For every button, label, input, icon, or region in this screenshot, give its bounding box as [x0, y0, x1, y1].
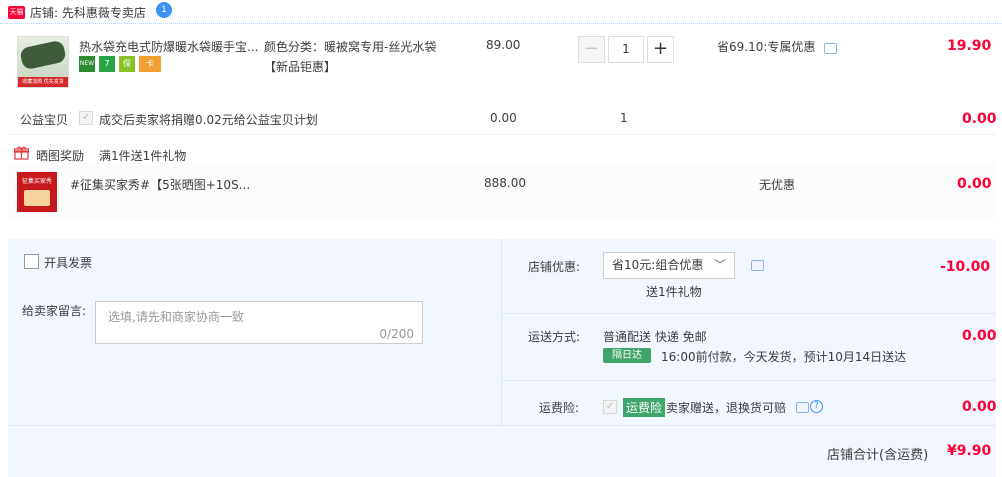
gift-rule: 满1件送1件礼物	[99, 149, 187, 163]
seven-day-return-icon: 7	[99, 56, 115, 72]
gift-thumbnail-text: 征集买家秀	[21, 178, 52, 185]
gift-subtotal: 0.00	[957, 176, 992, 192]
shop-total-amount: ¥9.90	[947, 443, 992, 459]
shop-discount-label: 店铺优惠:	[528, 260, 581, 274]
insurance-badge: 运费险	[623, 398, 666, 417]
insurance-amount: 0.00	[962, 399, 997, 415]
shop-header-row	[0, 0, 1002, 24]
charity-qty: 1	[620, 111, 628, 125]
message-label: 给卖家留言:	[22, 304, 87, 318]
wangwang-chat-icon[interactable]: 1	[156, 2, 172, 18]
panel-divider	[8, 425, 996, 426]
shop-discount-selected: 省10元:组合优惠	[612, 258, 704, 272]
product-thumbnail[interactable]: 收藏加购 优先发货	[17, 36, 69, 88]
coupon-shape	[24, 190, 50, 206]
gift-label: 晒图奖励	[36, 149, 85, 163]
gift-note: 送1件礼物	[646, 285, 702, 299]
gift-icon	[13, 146, 30, 160]
invoice-checkbox[interactable]	[24, 254, 39, 269]
delivery-label: 运送方式:	[528, 330, 581, 344]
panel-divider	[501, 239, 502, 425]
shop-name[interactable]: 店铺: 先科惠薇专卖店	[30, 4, 146, 21]
insurance-text: 卖家赠送，退换货可赔	[666, 401, 787, 415]
panel-divider	[502, 380, 996, 381]
guarantee-icon: 保	[119, 56, 135, 72]
tmall-badge-icon: 天猫	[8, 6, 25, 19]
discount-comment-icon[interactable]	[751, 260, 764, 271]
message-placeholder: 选填,请先和商家协商一致	[108, 310, 244, 324]
help-icon[interactable]: ?	[810, 400, 823, 413]
promo-text: 省69.10:专属优惠	[717, 40, 816, 54]
charity-text: 成交后卖家将捐赠0.02元给公益宝贝计划	[99, 113, 318, 127]
panel-divider	[502, 313, 996, 314]
hot-water-bag-shape	[19, 39, 67, 71]
insurance-comment-icon[interactable]	[796, 402, 809, 413]
charity-price: 0.00	[490, 111, 517, 125]
quantity-plus-button[interactable]: +	[647, 36, 674, 63]
unit-price: 89.00	[486, 38, 521, 52]
product-title[interactable]: 热水袋充电式防爆暖水袋暖手宝...	[79, 38, 258, 55]
invoice-label[interactable]: 开具发票	[44, 254, 92, 271]
charity-label: 公益宝贝	[20, 113, 69, 127]
chevron-down-icon: ﹀	[713, 258, 726, 272]
charity-checkbox[interactable]: ✓	[79, 111, 93, 125]
spec-color: 颜色分类：暖被窝专用-丝光水袋	[264, 40, 437, 54]
quantity-input[interactable]: 1	[608, 36, 644, 63]
next-day-badge-text: 隔日达	[612, 350, 642, 361]
insurance-checkbox[interactable]: ✓	[603, 400, 617, 414]
item-subtotal: 19.90	[947, 38, 992, 54]
gift-title[interactable]: #征集买家秀#【5张晒图+10S...	[70, 176, 250, 193]
shop-discount-amount: -10.00	[940, 259, 991, 275]
gift-price: 888.00	[484, 176, 526, 190]
promo-comment-icon[interactable]	[824, 43, 837, 54]
credit-card-icon: 卡	[139, 56, 161, 72]
message-textarea[interactable]: 选填,请先和商家协商一致 0/200	[95, 301, 423, 344]
delivery-note: 16:00前付款，今天发货，预计10月14日送达	[661, 350, 907, 364]
spec-promo-tag: 【新品钜惠】	[264, 60, 337, 74]
next-day-badge: 隔日达	[603, 348, 651, 363]
insurance-label: 运费险:	[539, 401, 580, 415]
shop-total-label: 店铺合计(含运费)	[827, 448, 929, 463]
new-tag-icon: NEW	[79, 56, 95, 72]
row-divider	[8, 134, 996, 135]
charity-subtotal: 0.00	[962, 111, 997, 127]
shop-discount-select[interactable]: 省10元:组合优惠 ﹀	[603, 252, 735, 279]
delivery-method: 普通配送 快递 免邮	[603, 330, 707, 344]
gift-thumbnail[interactable]: 征集买家秀	[17, 172, 57, 212]
message-counter: 0/200	[379, 327, 414, 341]
quantity-minus-button[interactable]: −	[578, 36, 605, 63]
gift-promo: 无优惠	[759, 178, 796, 192]
delivery-amount: 0.00	[962, 328, 997, 344]
thumbnail-strip-text: 收藏加购 优先发货	[18, 77, 68, 87]
